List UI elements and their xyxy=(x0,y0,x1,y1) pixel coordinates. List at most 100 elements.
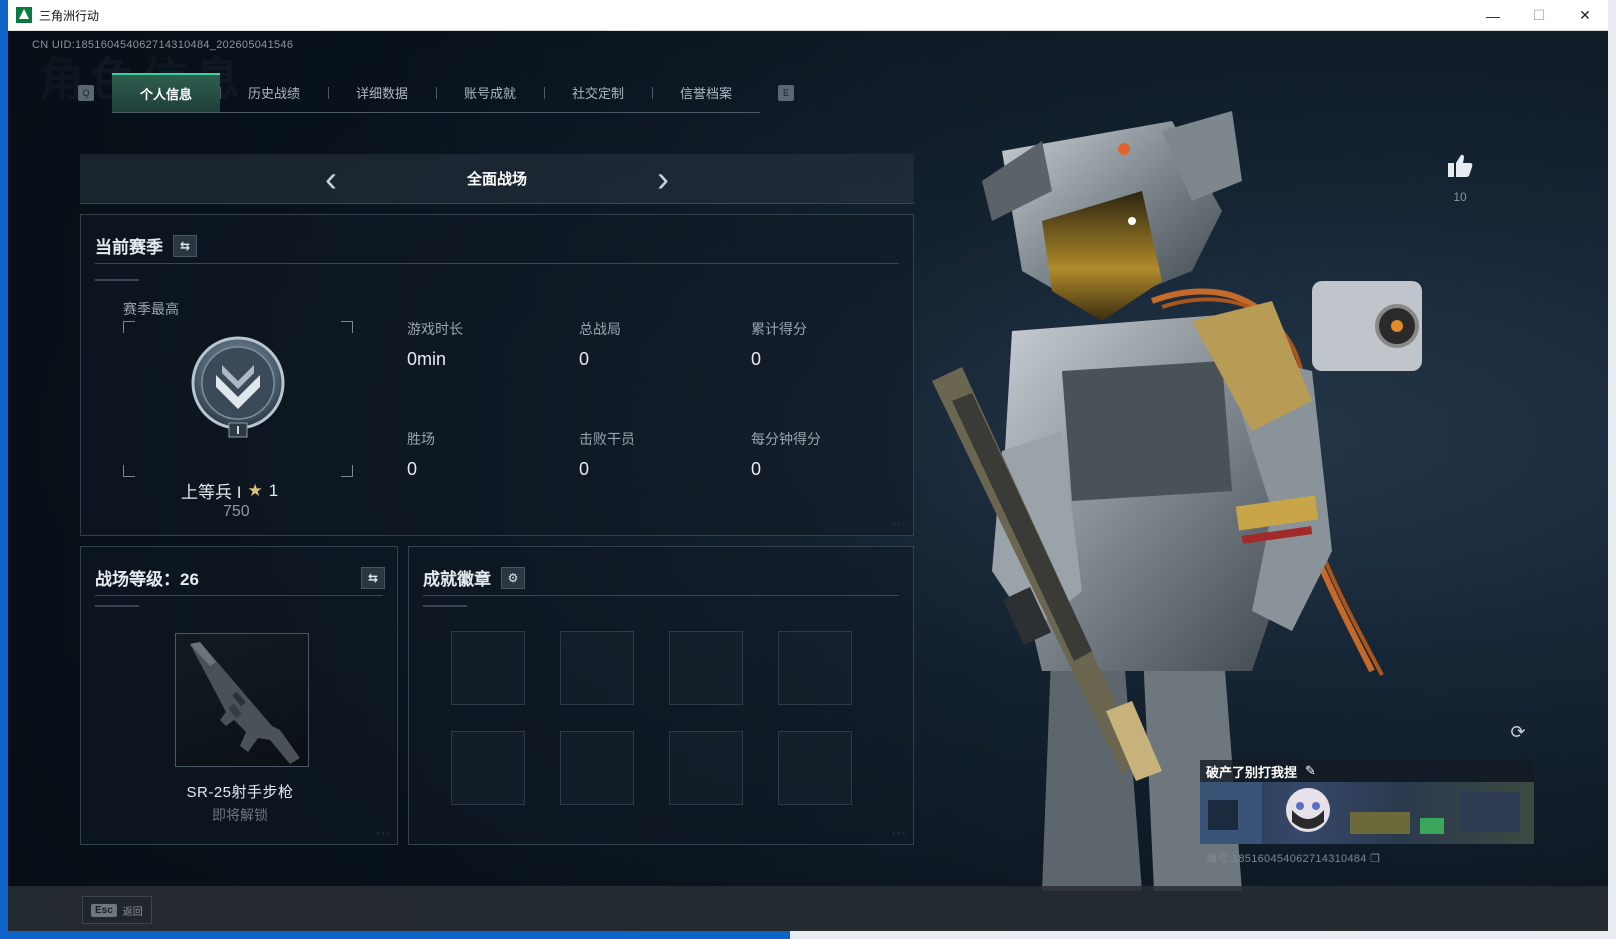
next-tab-key-hint[interactable]: E xyxy=(778,85,794,101)
mode-label: 全面战场 xyxy=(466,171,527,188)
badge-slot[interactable] xyxy=(669,631,743,705)
badge-slot[interactable] xyxy=(451,631,525,705)
rank-frame xyxy=(123,321,353,477)
stat-label: 总战局 xyxy=(579,321,621,337)
panel-corner-marks: ▫▫▫ xyxy=(376,829,391,838)
rank-badge-icon xyxy=(191,336,285,438)
name-card-artwork xyxy=(1200,782,1534,844)
window-title: 三角洲行动 xyxy=(39,8,100,23)
copy-icon[interactable]: ❐ xyxy=(1370,853,1380,865)
stat-label: 胜场 xyxy=(407,431,435,447)
frame-corner xyxy=(341,321,353,333)
app-icon xyxy=(16,7,32,23)
game-viewport: 角色信息 CN UID:18516045406271431048​4_20260… xyxy=(8,31,1608,931)
badge-slot[interactable] xyxy=(778,631,852,705)
stat-value: 0 xyxy=(751,459,762,479)
bottom-bar: Esc 返回 xyxy=(8,886,1608,931)
desktop-right-edge xyxy=(1608,0,1616,939)
star-icon: ★ xyxy=(247,480,263,500)
back-button[interactable]: Esc 返回 xyxy=(82,896,152,924)
player-name: 破产了别打我捏 xyxy=(1206,764,1298,780)
swap-icon[interactable]: ⇆ xyxy=(361,566,385,589)
player-id-text: 编号:18516045406271431048​4 xyxy=(1206,853,1367,865)
edit-icon[interactable]: ✎ xyxy=(1305,763,1316,779)
like-count: 10 xyxy=(1453,190,1467,204)
like-widget[interactable]: 10 xyxy=(1444,153,1476,204)
stat-value: 0 xyxy=(579,459,590,479)
minimize-button[interactable]: — xyxy=(1470,0,1516,31)
badge-slot[interactable] xyxy=(778,731,852,805)
back-label: 返回 xyxy=(122,906,143,918)
stat-total-matches: 总战局 0 xyxy=(579,319,729,370)
tab-bar: Q 个人信息 历史战绩 详细数据 账号成就 社交定制 信誉档案 E xyxy=(78,73,794,113)
rank-name: 上等兵 I ★ 1 xyxy=(181,478,278,503)
battlefield-level-panel: 战场等级：26 ⇆ SR-25射手步枪 即将解锁 ▫▫▫ xyxy=(80,546,398,845)
weapon-image[interactable] xyxy=(175,633,309,767)
level-title: 战场等级：26 xyxy=(95,570,199,589)
badge-slot[interactable] xyxy=(560,631,634,705)
stat-wins: 胜场 0 xyxy=(407,429,557,480)
season-title-row: 当前赛季 ⇆ xyxy=(95,233,197,258)
close-button[interactable]: ✕ xyxy=(1562,0,1608,31)
name-card-title: 破产了别打我捏 ✎ xyxy=(1200,760,1534,782)
rank-points: 750 xyxy=(223,503,250,520)
esc-key-hint: Esc xyxy=(91,903,117,917)
thumbs-up-icon[interactable] xyxy=(1446,153,1474,179)
mode-selector: ‹ 全面战场 › xyxy=(80,154,914,204)
stat-total-score: 累计得分 0 xyxy=(751,319,901,370)
chevron-left-icon[interactable]: ‹ xyxy=(325,160,337,197)
frame-corner xyxy=(123,465,135,477)
refresh-icon[interactable]: ⟳ xyxy=(1505,719,1531,745)
rank-stars: 1 xyxy=(268,480,279,500)
tab-social-custom[interactable]: 社交定制 xyxy=(544,73,652,112)
badge-slot[interactable] xyxy=(451,731,525,805)
stat-label: 击败干员 xyxy=(579,431,635,447)
swap-icon[interactable]: ⇆ xyxy=(173,234,197,257)
stat-score-per-minute: 每分钟得分 0 xyxy=(751,429,901,480)
stat-label: 每分钟得分 xyxy=(751,431,821,447)
divider xyxy=(95,263,899,264)
window-titlebar: 三角洲行动 — ☐ ✕ xyxy=(8,0,1608,31)
taskbar-edge xyxy=(8,931,1608,939)
desktop-left-edge xyxy=(0,0,8,939)
tab-credit-record[interactable]: 信誉档案 xyxy=(652,73,760,112)
achievement-title-row: 成就徽章 ⚙ xyxy=(423,565,525,590)
rifle-icon xyxy=(190,642,300,764)
frame-corner xyxy=(123,321,135,333)
stat-label: 游戏时长 xyxy=(407,321,463,337)
tab-personal-info[interactable]: 个人信息 xyxy=(112,73,220,112)
season-title: 当前赛季 xyxy=(95,238,163,257)
divider xyxy=(95,595,383,596)
tab-achievements[interactable]: 账号成就 xyxy=(436,73,544,112)
stat-value: 0 xyxy=(579,349,590,369)
maximize-button[interactable]: ☐ xyxy=(1516,0,1562,31)
stat-value: 0 xyxy=(751,349,762,369)
weapon-name: SR-25射手步枪 xyxy=(186,784,294,801)
chevron-right-icon[interactable]: › xyxy=(657,160,669,197)
divider-dash xyxy=(95,605,139,607)
uid-label: CN UID:18516045406271431048​4_2026050415… xyxy=(32,39,294,51)
divider-dash xyxy=(95,279,139,281)
stat-kills: 击败干员 0 xyxy=(579,429,729,480)
window-controls: — ☐ ✕ xyxy=(1470,0,1608,31)
badge-slot[interactable] xyxy=(669,731,743,805)
prev-tab-key-hint[interactable]: Q xyxy=(78,85,94,101)
divider xyxy=(423,595,899,596)
tab-detailed-data[interactable]: 详细数据 xyxy=(328,73,436,112)
achievement-badges-panel: 成就徽章 ⚙ ▫▫▫ xyxy=(408,546,914,845)
player-name-card[interactable]: 破产了别打我捏 ✎ 编号:18516045406271431048​4 ❐ xyxy=(1200,760,1534,876)
achievement-title: 成就徽章 xyxy=(423,570,491,589)
tab-history[interactable]: 历史战绩 xyxy=(220,73,328,112)
badge-slot[interactable] xyxy=(560,731,634,805)
divider-dash xyxy=(423,605,467,607)
stat-value: 0min xyxy=(407,349,447,369)
rank-name-text: 上等兵 I xyxy=(181,483,242,502)
stat-play-time: 游戏时长 0min xyxy=(407,319,557,370)
weapon-unlock-status: 即将解锁 xyxy=(212,807,268,823)
card-illustration xyxy=(1200,782,1520,844)
gear-icon[interactable]: ⚙ xyxy=(501,566,525,589)
stat-value: 0 xyxy=(407,459,418,479)
season-best-label: 赛季最高 xyxy=(123,301,179,317)
tab-row: 个人信息 历史战绩 详细数据 账号成就 社交定制 信誉档案 xyxy=(112,73,760,113)
stat-label: 累计得分 xyxy=(751,321,807,337)
